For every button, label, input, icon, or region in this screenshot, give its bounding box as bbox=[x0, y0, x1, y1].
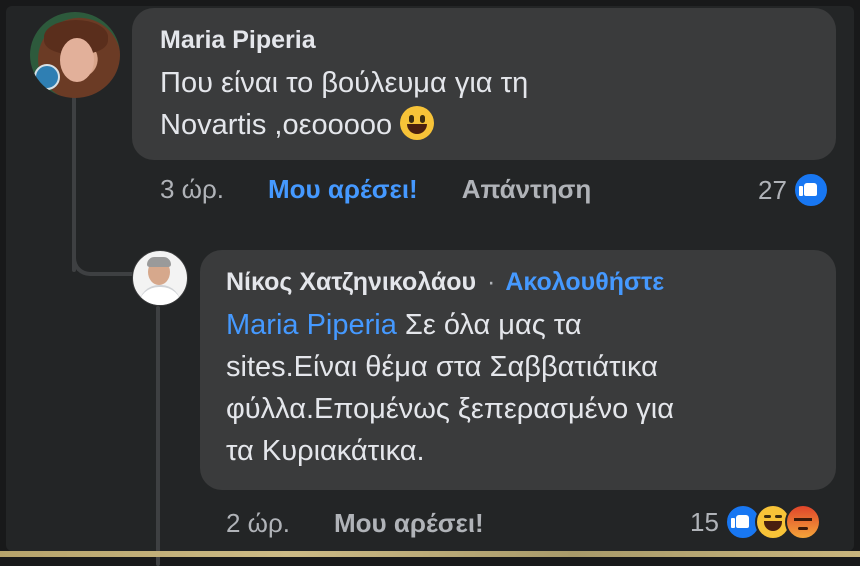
globe-icon bbox=[34, 64, 60, 90]
reply-time[interactable]: 2 ώρ. bbox=[226, 508, 290, 539]
thread-line-reply bbox=[156, 306, 160, 566]
reply-button[interactable]: Απάντηση bbox=[462, 174, 592, 205]
reply-text-line3: φύλλα.Επομένως ξεπερασμένο για bbox=[226, 393, 674, 425]
comment-text: Που είναι το βούλευμα για τη Novartis ,ο… bbox=[160, 62, 808, 146]
comment-time[interactable]: 3 ώρ. bbox=[160, 174, 224, 205]
reply-like-button[interactable]: Μου αρέσει! bbox=[334, 508, 484, 539]
comment-bubble: Maria Piperia Που είναι το βούλευμα για … bbox=[132, 8, 836, 160]
grinning-face-emoji-icon bbox=[400, 106, 435, 140]
like-button[interactable]: Μου αρέσει! bbox=[268, 174, 418, 205]
comment-text-line2: Novartis ,οεοοοοο bbox=[160, 109, 393, 141]
reply-text-line2: sites.Είναι θέμα στα Σαββατιάτικα bbox=[226, 351, 658, 383]
reply-text-line4: τα Κυριακάτικα. bbox=[226, 435, 425, 467]
comment-author[interactable]: Maria Piperia bbox=[160, 24, 808, 56]
thread-connector bbox=[72, 244, 132, 276]
angry-icon bbox=[784, 504, 821, 540]
reply-actions: 2 ώρ. Μου αρέσει! bbox=[226, 508, 528, 539]
comment-text-line1: Που είναι το βούλευμα για τη bbox=[160, 67, 529, 99]
avatar-maria-piperia[interactable] bbox=[30, 12, 120, 98]
like-icon bbox=[792, 172, 829, 208]
separator-dot: · bbox=[487, 268, 496, 296]
reply-reactions[interactable]: 15 bbox=[690, 504, 821, 540]
reply-reaction-count: 15 bbox=[690, 506, 719, 537]
reply-text-line1: Σε όλα μας τα bbox=[404, 309, 582, 341]
comment-actions: 3 ώρ. Μου αρέσει! Απάντηση bbox=[160, 174, 635, 205]
comment-reactions[interactable]: 27 bbox=[758, 172, 829, 208]
avatar-hair bbox=[147, 257, 171, 267]
reply-author[interactable]: Νίκος Χατζηνικολάου bbox=[226, 268, 476, 296]
avatar-face bbox=[60, 38, 94, 82]
bottom-edge bbox=[0, 551, 860, 557]
reaction-count: 27 bbox=[758, 174, 787, 205]
reply-text: Maria Piperia Σε όλα μας τα sites.Είναι … bbox=[226, 304, 810, 472]
reply-bubble: Νίκος Χατζηνικολάου · Ακολουθήστε Maria … bbox=[200, 250, 836, 490]
follow-button[interactable]: Ακολουθήστε bbox=[505, 268, 664, 296]
avatar-shirt bbox=[139, 285, 181, 305]
avatar-nikos-chatzinikolaou[interactable] bbox=[132, 250, 188, 306]
reply-header: Νίκος Χατζηνικολάου · Ακολουθήστε bbox=[226, 266, 810, 298]
mention-link[interactable]: Maria Piperia bbox=[226, 309, 397, 341]
